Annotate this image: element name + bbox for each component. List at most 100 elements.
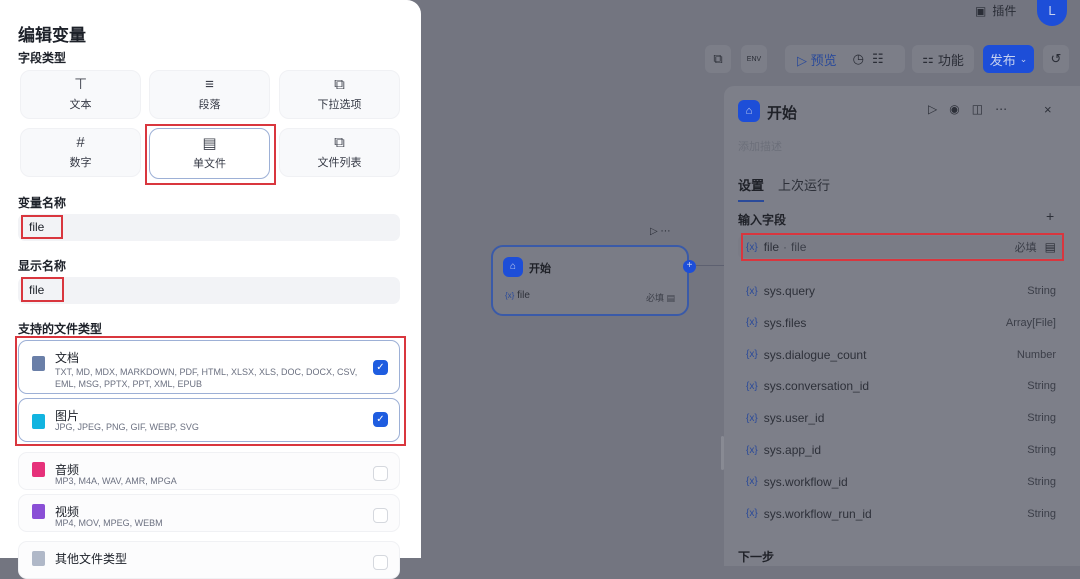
- scrollbar[interactable]: [721, 436, 724, 470]
- field-type-single-file[interactable]: ▤ 单文件: [149, 128, 270, 179]
- variable-name: sys.files: [763, 315, 807, 330]
- variable-name: sys.workflow_run_id: [763, 506, 872, 521]
- file-type-option[interactable]: 视频 MP4, MOV, MPEG, WEBM: [18, 494, 400, 532]
- variable-type: String: [1027, 380, 1056, 393]
- node-required: 必填 ▤: [645, 293, 675, 303]
- variable-name: sys.conversation_id: [763, 379, 870, 394]
- features-button[interactable]: ⚏ 功能: [912, 45, 974, 73]
- modal-title: 编辑变量: [18, 26, 86, 45]
- run-icon[interactable]: ▷: [928, 102, 937, 116]
- plugins-button[interactable]: ▣ 插件: [975, 2, 1016, 19]
- file-type-option[interactable]: 音频 MP3, M4A, WAV, AMR, MPGA: [18, 452, 400, 490]
- tab-last-run[interactable]: 上次运行: [778, 175, 830, 194]
- variable-icon: {x}: [746, 476, 758, 488]
- field-type-file-list[interactable]: ⧉ 文件列表: [279, 128, 400, 177]
- file-type-icon: [32, 414, 45, 429]
- variable-type: String: [1027, 285, 1056, 297]
- system-variable-row[interactable]: {x} sys.files Array[File]: [738, 312, 1064, 334]
- variable-name: sys.dialogue_count: [763, 347, 867, 362]
- variable-name: sys.app_id: [763, 443, 822, 457]
- system-variable-row[interactable]: {x} sys.dialogue_count Number: [738, 344, 1064, 366]
- variable-icon: {x}: [746, 508, 758, 520]
- display-name-input[interactable]: file: [18, 277, 400, 304]
- description-input[interactable]: 添加描述: [738, 138, 782, 154]
- variable-name: sys.workflow_id: [763, 474, 848, 489]
- monitor-button[interactable]: ⧉: [705, 45, 731, 73]
- home-icon: ⌂: [503, 257, 523, 277]
- checklist-icon[interactable]: ☷: [872, 51, 884, 67]
- tab-settings[interactable]: 设置: [738, 175, 765, 202]
- file-type-option[interactable]: 图片 JPG, JPEG, PNG, GIF, WEBP, SVG ✓: [18, 398, 400, 442]
- close-icon[interactable]: ×: [1044, 102, 1052, 117]
- variable-name: sys.user_id: [763, 411, 825, 426]
- file-type-icon: [32, 504, 45, 519]
- edge: [696, 265, 724, 266]
- file-type-checkbox[interactable]: [373, 555, 388, 570]
- monitor-icon: ⧉: [713, 51, 723, 66]
- add-field-icon[interactable]: +: [1046, 208, 1054, 224]
- system-variable-row[interactable]: {x} sys.workflow_id String: [738, 471, 1064, 493]
- system-variable-row[interactable]: {x} sys.app_id String: [738, 439, 1064, 461]
- panel-toggle-icon[interactable]: ◫: [972, 102, 983, 116]
- paragraph-icon: ≡: [205, 76, 214, 93]
- file-type-checkbox[interactable]: ✓: [373, 360, 388, 375]
- features-icon: ⚏: [922, 51, 934, 66]
- file-list-icon: ⧉: [334, 134, 345, 151]
- variable-type: Array[File]: [1005, 316, 1056, 329]
- play-icon: ▷: [797, 52, 807, 68]
- variable-type: String: [1027, 475, 1056, 488]
- select-icon: ⧉: [334, 76, 345, 93]
- variable-type: Number: [1016, 348, 1056, 361]
- variable-icon: {x}: [746, 285, 758, 297]
- system-variable-row[interactable]: {x} sys.query String: [738, 280, 1064, 302]
- field-type-select[interactable]: ⧉ 下拉选项: [279, 70, 400, 119]
- file-type-icon: [32, 356, 45, 371]
- variable-icon: {x}: [746, 380, 758, 392]
- system-variable-row[interactable]: {x} sys.user_id String: [738, 407, 1064, 429]
- file-type-icon: [32, 462, 45, 477]
- system-variable-row[interactable]: {x} sys.workflow_run_id String: [738, 503, 1064, 525]
- file-type-option[interactable]: 文档 TXT, MD, MDX, MARKDOWN, PDF, HTML, XL…: [18, 340, 400, 394]
- chevron-down-icon: ⌄: [1019, 53, 1028, 64]
- file-type-checkbox[interactable]: [373, 508, 388, 523]
- node-field: {x} file: [505, 290, 530, 301]
- file-type-option[interactable]: 其他文件类型: [18, 541, 400, 579]
- variable-name-input[interactable]: file: [18, 214, 400, 241]
- publish-button[interactable]: 发布 ⌄: [983, 45, 1034, 73]
- variable-icon: {x}: [746, 317, 758, 329]
- file-icon: ▤: [202, 135, 217, 152]
- system-variable-row[interactable]: {x} sys.conversation_id String: [738, 375, 1064, 397]
- start-node[interactable]: ⌂ 开始 {x} file 必填 ▤ +: [491, 245, 696, 316]
- node-actions[interactable]: ▷ ⋯: [650, 226, 670, 237]
- edit-variable-modal: 编辑变量 字段类型 ⊤ 文本 ≡ 段落 ⧉ 下拉选项 # 数字 ▤ 单文件 ⧉ 文件列表 变…: [0, 0, 421, 579]
- home-icon: ⌂: [738, 100, 760, 122]
- more-icon[interactable]: ⋯: [995, 102, 1007, 116]
- hash-icon: #: [76, 134, 85, 151]
- file-type-icon: [32, 551, 45, 566]
- variable-icon: {x}: [746, 444, 758, 456]
- variable-type: String: [1027, 444, 1056, 456]
- input-field-row[interactable]: {x} file · file 必填 ▤: [738, 236, 1064, 258]
- avatar[interactable]: L: [1037, 0, 1067, 26]
- field-type-number[interactable]: # 数字: [20, 128, 141, 177]
- file-type-checkbox[interactable]: ✓: [373, 412, 388, 427]
- history-button[interactable]: ↺: [1043, 45, 1069, 73]
- variable-type: String: [1027, 412, 1056, 425]
- field-type-text[interactable]: ⊤ 文本: [20, 70, 141, 119]
- text-icon: ⊤: [73, 76, 88, 93]
- preview-button[interactable]: ▷ 预览: [797, 50, 837, 69]
- variable-type: String: [1027, 507, 1056, 520]
- env-button[interactable]: ENV: [741, 45, 767, 73]
- cube-icon: ▣: [975, 3, 987, 18]
- node-settings-panel: ⌂ 开始 ▷ ◉ ◫ ⋯ × 添加描述 设置 上次运行 输入字段 + {x} file ·…: [724, 86, 1080, 566]
- variable-name: sys.query: [763, 284, 816, 298]
- checklist-history-icon[interactable]: ◷: [853, 51, 864, 67]
- help-icon[interactable]: ◉: [949, 102, 959, 116]
- add-node-handle[interactable]: +: [683, 260, 696, 273]
- field-type-paragraph[interactable]: ≡ 段落: [149, 70, 270, 119]
- variable-icon: {x}: [746, 412, 758, 424]
- file-type-checkbox[interactable]: [373, 466, 388, 481]
- preview-group: ▷ 预览 ◷ ☷: [785, 45, 905, 73]
- variable-icon: {x}: [746, 349, 758, 361]
- edit-icon: ▤: [1044, 240, 1056, 254]
